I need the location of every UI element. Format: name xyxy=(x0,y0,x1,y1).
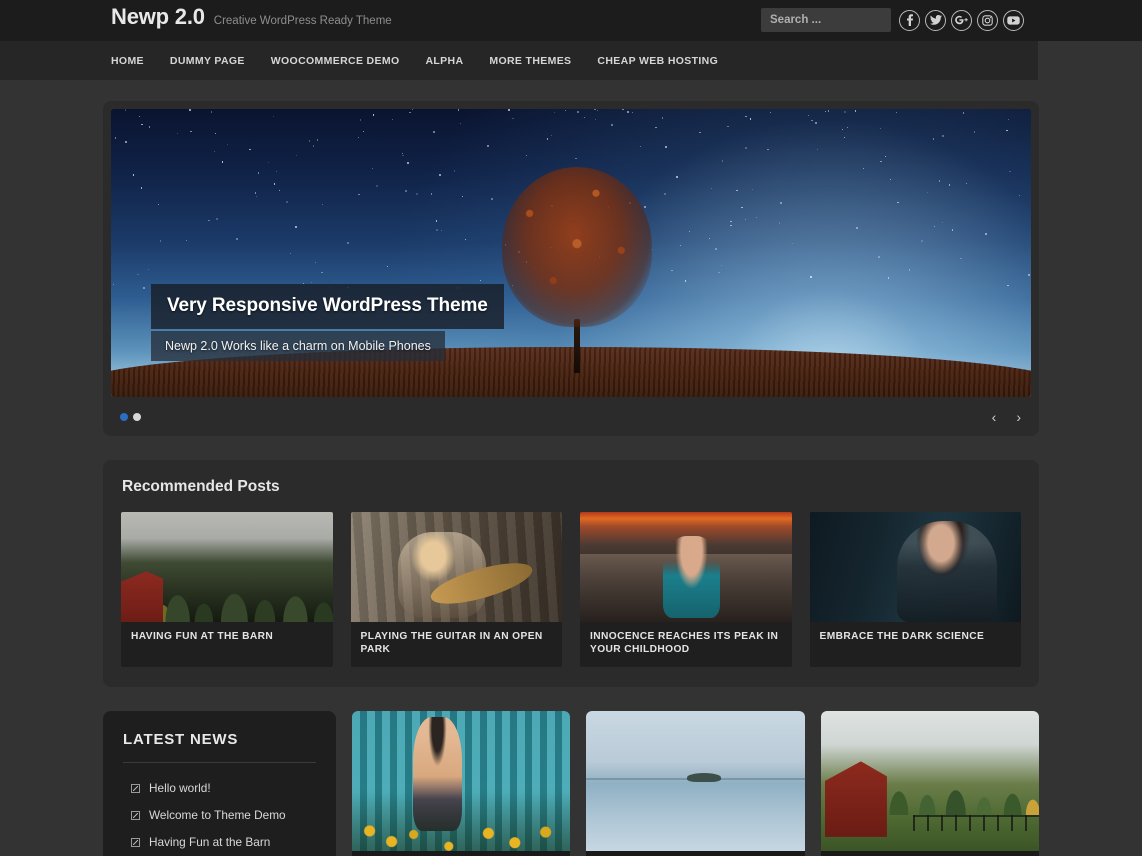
twitter-icon[interactable] xyxy=(925,10,946,31)
list-item-label: Welcome to Theme Demo xyxy=(149,808,286,822)
nav-item-alpha[interactable]: ALPHA xyxy=(425,55,463,67)
list-item[interactable]: Welcome to Theme Demo xyxy=(123,802,316,829)
recommended-posts-section: Recommended Posts HAVING FUN AT THE BARN… xyxy=(103,460,1039,687)
post-card-title: HELLO WORLD! xyxy=(352,851,570,856)
slider-prev-icon[interactable]: ‹ xyxy=(992,410,997,424)
recommended-posts-heading: Recommended Posts xyxy=(121,478,1021,496)
slider-dot-2[interactable] xyxy=(133,413,141,421)
nav-item-cheap-web-hosting[interactable]: CHEAP WEB HOSTING xyxy=(597,55,718,67)
site-header: Newp 2.0 Creative WordPress Ready Theme xyxy=(0,0,1142,41)
list-item-label: Hello world! xyxy=(149,781,211,795)
youtube-icon[interactable] xyxy=(1003,10,1024,31)
slider-pagination xyxy=(120,413,141,421)
slider-dot-1[interactable] xyxy=(120,413,128,421)
google-plus-icon[interactable] xyxy=(951,10,972,31)
latest-news-list: Hello world! Welcome to Theme Demo Havin… xyxy=(123,775,316,856)
recommended-card-title: PLAYING THE GUITAR IN AN OPEN PARK xyxy=(351,622,563,667)
hero-slider: Very Responsive WordPress Theme Newp 2.0… xyxy=(103,101,1039,436)
list-item-label: Having Fun at the Barn xyxy=(149,835,270,849)
recommended-card-thumbnail xyxy=(351,512,563,622)
search-input[interactable] xyxy=(761,8,891,32)
nav-item-woocommerce-demo[interactable]: WOOCOMMERCE DEMO xyxy=(271,55,400,67)
instagram-icon[interactable] xyxy=(977,10,998,31)
slider-arrows: ‹ › xyxy=(992,410,1021,424)
checkbox-icon xyxy=(131,811,140,820)
list-item[interactable]: Having Fun at the Barn xyxy=(123,829,316,856)
list-item[interactable]: Hello world! xyxy=(123,775,316,802)
recommended-card[interactable]: PLAYING THE GUITAR IN AN OPEN PARK xyxy=(351,512,563,667)
latest-news-title: LATEST NEWS xyxy=(123,731,316,763)
checkbox-icon xyxy=(131,784,140,793)
site-branding[interactable]: Newp 2.0 Creative WordPress Ready Theme xyxy=(111,4,392,30)
site-tagline: Creative WordPress Ready Theme xyxy=(214,15,392,27)
recommended-card-title: HAVING FUN AT THE BARN xyxy=(121,622,333,658)
checkbox-icon xyxy=(131,838,140,847)
recommended-card[interactable]: EMBRACE THE DARK SCIENCE xyxy=(810,512,1022,667)
recommended-card-thumbnail xyxy=(580,512,792,622)
slide-caption-title: Very Responsive WordPress Theme xyxy=(151,284,504,329)
post-card-thumbnail xyxy=(586,711,804,851)
latest-news-widget: LATEST NEWS Hello world! Welcome to Them… xyxy=(103,711,336,856)
post-card-thumbnail xyxy=(821,711,1039,851)
recommended-card-thumbnail xyxy=(810,512,1022,622)
social-links xyxy=(899,10,1024,31)
post-card[interactable]: HAVING FUN AT THE BARN xyxy=(821,711,1039,856)
slide-caption: Very Responsive WordPress Theme Newp 2.0… xyxy=(151,284,504,361)
slider-next-icon[interactable]: › xyxy=(1016,410,1021,424)
main-navigation: HOME DUMMY PAGE WOOCOMMERCE DEMO ALPHA M… xyxy=(0,41,1038,80)
slide-caption-subtitle: Newp 2.0 Works like a charm on Mobile Ph… xyxy=(151,331,445,361)
recommended-card-title: INNOCENCE REACHES ITS PEAK IN YOUR CHILD… xyxy=(580,622,792,667)
post-card-title: HAVING FUN AT THE BARN xyxy=(821,851,1039,856)
post-card-title: WELCOME TO THEME DEMO xyxy=(586,851,804,856)
recommended-card-title: EMBRACE THE DARK SCIENCE xyxy=(810,622,1022,658)
nav-item-dummy-page[interactable]: DUMMY PAGE xyxy=(170,55,245,67)
post-card[interactable]: HELLO WORLD! xyxy=(352,711,570,856)
site-title: Newp 2.0 xyxy=(111,4,205,30)
recommended-card[interactable]: INNOCENCE REACHES ITS PEAK IN YOUR CHILD… xyxy=(580,512,792,667)
recommended-card-thumbnail xyxy=(121,512,333,622)
post-card[interactable]: WELCOME TO THEME DEMO xyxy=(586,711,804,856)
hero-slide[interactable]: Very Responsive WordPress Theme Newp 2.0… xyxy=(111,109,1031,397)
nav-item-more-themes[interactable]: MORE THEMES xyxy=(489,55,571,67)
tree-decoration xyxy=(502,167,652,373)
latest-news-row: LATEST NEWS Hello world! Welcome to Them… xyxy=(103,711,1039,856)
nav-item-home[interactable]: HOME xyxy=(111,55,144,67)
post-card-thumbnail xyxy=(352,711,570,851)
facebook-icon[interactable] xyxy=(899,10,920,31)
recommended-card[interactable]: HAVING FUN AT THE BARN xyxy=(121,512,333,667)
